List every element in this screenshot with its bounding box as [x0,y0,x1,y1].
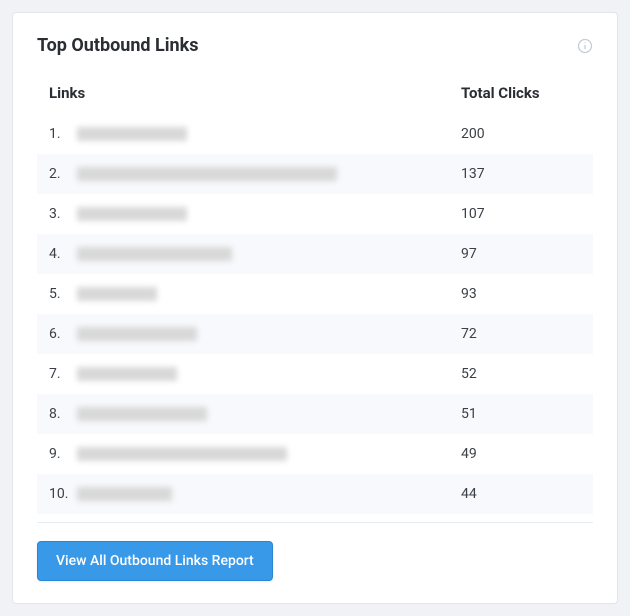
row-number: 9. [49,446,77,462]
table-row: 8.51 [37,394,593,434]
row-clicks: 137 [461,166,581,182]
row-number: 8. [49,406,77,422]
table-row: 7.52 [37,354,593,394]
row-clicks: 72 [461,326,581,342]
redacted-link [77,487,172,501]
row-number: 7. [49,366,77,382]
row-link[interactable] [77,247,461,261]
redacted-link [77,447,287,461]
table-header: Links Total Clicks [37,74,593,114]
redacted-link [77,327,197,341]
row-clicks: 107 [461,206,581,222]
table-row: 2. 137 [37,154,593,194]
table-row: 1. 200 [37,114,593,154]
header-links: Links [49,84,461,102]
row-link[interactable] [77,447,461,461]
table-row: 6.72 [37,314,593,354]
row-clicks: 44 [461,486,581,502]
row-number: 10. [49,486,77,502]
row-link[interactable] [77,367,461,381]
table-row: 10.44 [37,474,593,514]
row-link[interactable] [77,327,461,341]
table-row: 9.49 [37,434,593,474]
table-row: 4.97 [37,234,593,274]
card-header: Top Outbound Links [37,35,593,56]
view-all-outbound-links-button[interactable]: View All Outbound Links Report [37,541,273,581]
row-number: 1. [49,126,77,142]
top-outbound-links-card: Top Outbound Links Links Total Clicks 1.… [12,12,618,604]
row-clicks: 97 [461,246,581,262]
row-clicks: 51 [461,406,581,422]
row-number: 3. [49,206,77,222]
row-link[interactable] [77,207,461,221]
header-clicks: Total Clicks [461,84,581,102]
redacted-link [77,167,337,181]
links-table: Links Total Clicks 1.2002.1373.1074.975.… [37,74,593,514]
info-icon[interactable] [577,38,593,54]
row-number: 2. [49,166,77,182]
table-row: 5.93 [37,274,593,314]
row-clicks: 93 [461,286,581,302]
redacted-link [77,127,187,141]
row-link[interactable] [77,167,461,181]
row-clicks: 52 [461,366,581,382]
card-title: Top Outbound Links [37,35,199,56]
card-footer: View All Outbound Links Report [37,522,593,581]
redacted-link [77,247,232,261]
redacted-link [77,407,207,421]
redacted-link [77,207,187,221]
redacted-link [77,367,177,381]
table-row: 3. 107 [37,194,593,234]
redacted-link [77,287,157,301]
row-number: 6. [49,326,77,342]
row-number: 5. [49,286,77,302]
row-clicks: 49 [461,446,581,462]
row-link[interactable] [77,287,461,301]
row-link[interactable] [77,127,461,141]
row-clicks: 200 [461,126,581,142]
table-body: 1.2002.1373.1074.975.936.727.528.519.491… [37,114,593,514]
row-number: 4. [49,246,77,262]
row-link[interactable] [77,407,461,421]
row-link[interactable] [77,487,461,501]
